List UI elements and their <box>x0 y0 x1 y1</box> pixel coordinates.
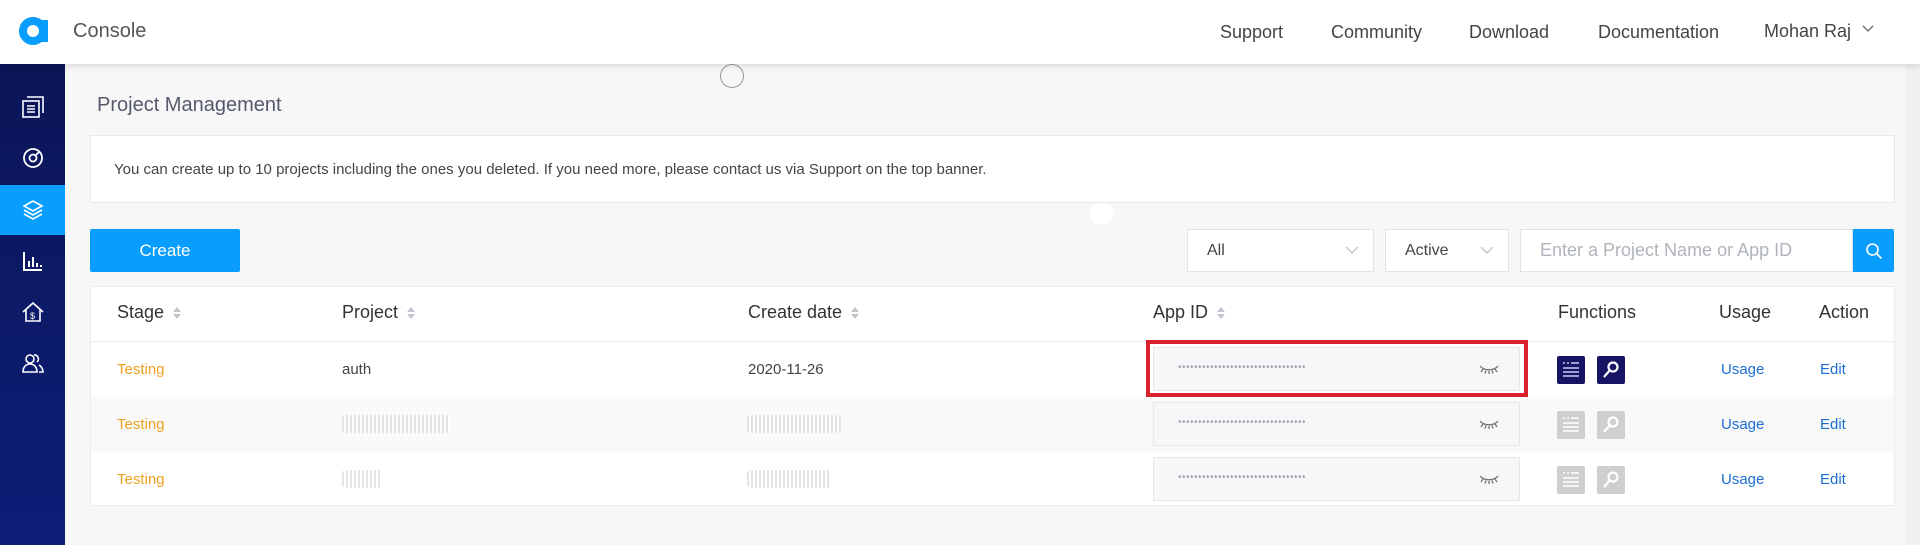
user-menu[interactable]: Mohan Raj <box>1764 21 1851 42</box>
function-key-button[interactable] <box>1597 411 1625 439</box>
sidebar-item-billing[interactable]: $ <box>0 287 65 337</box>
redacted-date <box>747 470 831 488</box>
members-icon <box>21 354 44 373</box>
sort-icon[interactable] <box>172 305 182 321</box>
create-button[interactable]: Create <box>90 229 240 272</box>
column-label: Project <box>342 302 399 322</box>
key-icon <box>1603 361 1619 378</box>
stage-filter-value: All <box>1207 242 1225 259</box>
eye-closed-icon[interactable] <box>1479 363 1499 375</box>
redacted-project <box>342 415 450 433</box>
usage-link[interactable]: Usage <box>1721 416 1764 433</box>
function-key-button[interactable] <box>1597 356 1625 384</box>
scrollbar[interactable] <box>1905 64 1920 545</box>
page-title: Project Management <box>97 94 282 116</box>
column-label: Action <box>1819 302 1870 322</box>
stage-cell: Testing <box>117 471 165 488</box>
sort-icon[interactable] <box>1216 305 1226 321</box>
list-doc-icon <box>1563 472 1579 487</box>
app-id-masked: •••••••••••••••••••••••••••••••• <box>1178 362 1307 373</box>
nav-community[interactable]: Community <box>1331 22 1422 43</box>
function-config-button[interactable] <box>1557 411 1585 439</box>
logo-icon[interactable] <box>18 14 50 46</box>
function-config-button[interactable] <box>1557 356 1585 384</box>
app-id-field[interactable]: •••••••••••••••••••••••••••••••• <box>1153 457 1520 501</box>
redacted-date <box>747 415 841 433</box>
column-label: App ID <box>1153 302 1209 322</box>
cursor-indicator <box>720 64 744 88</box>
search-input[interactable] <box>1520 229 1853 272</box>
key-icon <box>1603 471 1619 488</box>
column-header-project[interactable]: Project <box>342 302 416 323</box>
edit-link[interactable]: Edit <box>1820 471 1846 488</box>
column-header-stage[interactable]: Stage <box>117 302 182 323</box>
edit-link[interactable]: Edit <box>1820 416 1846 433</box>
usage-link[interactable]: Usage <box>1721 361 1764 378</box>
function-key-button[interactable] <box>1597 466 1625 494</box>
app-id-field[interactable]: •••••••••••••••••••••••••••••••• <box>1153 347 1520 391</box>
column-header-action: Action <box>1819 302 1869 323</box>
stage-cell: Testing <box>117 361 165 378</box>
brand-title: Console <box>73 20 147 42</box>
svg-text:$: $ <box>30 311 35 321</box>
decorative-dot <box>1090 203 1114 225</box>
nav-support[interactable]: Support <box>1220 22 1283 43</box>
notice-text: You can create up to 10 projects includi… <box>114 161 987 178</box>
sidebar-item-projects[interactable] <box>0 82 65 132</box>
app-id-masked: •••••••••••••••••••••••••••••••• <box>1178 417 1307 428</box>
usage-link[interactable]: Usage <box>1721 471 1764 488</box>
top-bar: Console Support Community Download Docum… <box>0 0 1920 64</box>
sort-icon[interactable] <box>850 305 860 321</box>
dashboard-gauge-icon <box>22 148 43 168</box>
column-label: Create date <box>748 302 843 322</box>
column-label: Usage <box>1719 302 1772 322</box>
projects-list-icon <box>21 96 44 118</box>
column-label: Functions <box>1558 302 1637 322</box>
table-row: Testing ••••••••••••••••••••••••••••••••… <box>91 452 1894 507</box>
billing-house-icon: $ <box>21 301 44 322</box>
app-id-field[interactable]: •••••••••••••••••••••••••••••••• <box>1153 402 1520 446</box>
table-row: Testing auth 2020-11-26 ••••••••••••••••… <box>91 340 1894 397</box>
stage-cell: Testing <box>117 416 165 433</box>
sidebar-item-analytics[interactable] <box>0 236 65 286</box>
chevron-down-icon <box>1345 246 1359 254</box>
projects-table: Stage Project Create date App ID Functio… <box>90 286 1895 506</box>
eye-closed-icon[interactable] <box>1479 473 1499 485</box>
column-label: Stage <box>117 302 165 322</box>
project-cell: auth <box>342 361 372 378</box>
column-header-create-date[interactable]: Create date <box>748 302 860 323</box>
notice-banner: You can create up to 10 projects includi… <box>90 135 1895 203</box>
stage-filter-select[interactable]: All <box>1187 229 1374 272</box>
status-filter-value: Active <box>1405 242 1449 259</box>
edit-link[interactable]: Edit <box>1820 361 1846 378</box>
app-id-masked: •••••••••••••••••••••••••••••••• <box>1178 472 1307 483</box>
nav-download[interactable]: Download <box>1469 22 1549 43</box>
nav-documentation[interactable]: Documentation <box>1598 22 1719 43</box>
sidebar: $ <box>0 64 65 545</box>
list-doc-icon <box>1563 417 1579 432</box>
sidebar-item-members[interactable] <box>0 338 65 388</box>
column-header-usage: Usage <box>1719 302 1771 323</box>
search-icon <box>1865 242 1882 259</box>
layers-icon <box>21 200 44 220</box>
function-config-button[interactable] <box>1557 466 1585 494</box>
chevron-down-icon <box>1480 246 1494 254</box>
key-icon <box>1603 416 1619 433</box>
eye-closed-icon[interactable] <box>1479 418 1499 430</box>
column-header-app-id[interactable]: App ID <box>1153 302 1226 323</box>
analytics-chart-icon <box>22 252 42 271</box>
sort-icon[interactable] <box>406 305 416 321</box>
list-doc-icon <box>1563 362 1579 377</box>
status-filter-select[interactable]: Active <box>1385 229 1509 272</box>
redacted-project <box>342 470 382 488</box>
sidebar-item-projects-layers[interactable] <box>0 185 65 235</box>
search-button[interactable] <box>1853 229 1894 272</box>
column-header-functions: Functions <box>1558 302 1636 323</box>
chevron-down-icon[interactable] <box>1862 22 1874 34</box>
table-row: Testing ••••••••••••••••••••••••••••••••… <box>91 397 1894 452</box>
sidebar-item-dashboard[interactable] <box>0 133 65 183</box>
create-date-cell: 2020-11-26 <box>748 361 824 378</box>
